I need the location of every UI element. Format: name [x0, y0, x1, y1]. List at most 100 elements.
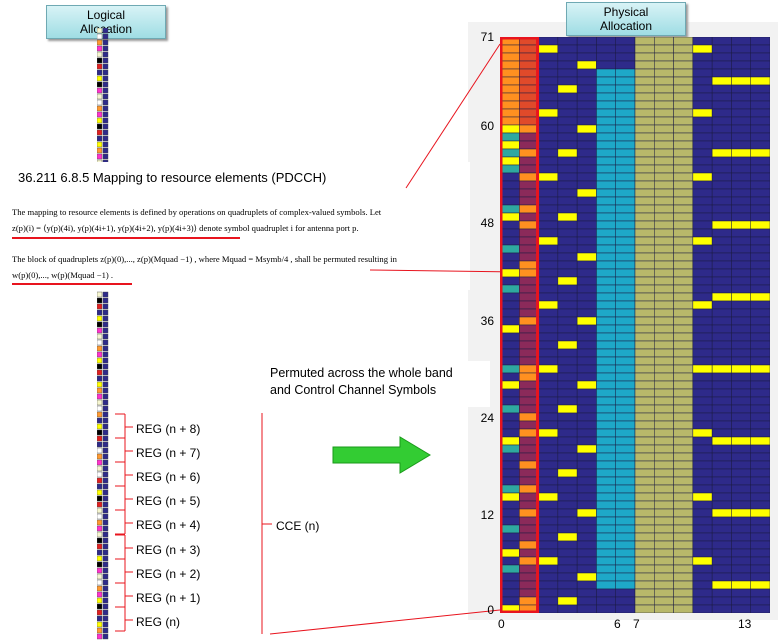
physical-cell — [711, 564, 732, 574]
physical-cell — [519, 436, 539, 446]
physical-cell — [557, 100, 578, 110]
physical-cell — [519, 508, 539, 518]
physical-cell — [711, 44, 732, 54]
physical-cell — [654, 60, 674, 70]
physical-cell — [711, 356, 732, 366]
physical-cell — [711, 468, 732, 478]
physical-cell — [654, 460, 674, 470]
physical-cell — [576, 260, 597, 270]
physical-cell — [654, 436, 674, 446]
physical-cell — [654, 404, 674, 414]
reg-label: REG (n + 1) — [136, 591, 201, 605]
physical-cell — [673, 92, 694, 102]
physical-cell — [500, 300, 520, 310]
physical-cell — [731, 548, 751, 558]
physical-cell — [519, 340, 539, 350]
physical-cell — [557, 364, 578, 374]
physical-cell — [596, 164, 616, 174]
physical-cell — [731, 348, 751, 358]
physical-cell — [692, 340, 713, 350]
physical-cell — [576, 52, 597, 62]
physical-cell — [519, 420, 539, 430]
physical-cell — [692, 164, 713, 174]
physical-cell — [654, 444, 674, 454]
physical-cell — [500, 596, 520, 606]
physical-cell — [654, 428, 674, 438]
physical-cell — [557, 476, 578, 486]
physical-cell — [692, 76, 713, 86]
physical-cell — [731, 588, 751, 598]
physical-cell — [596, 252, 616, 262]
physical-cell — [500, 172, 520, 182]
physical-cell — [692, 348, 713, 358]
physical-cell — [692, 188, 713, 198]
physical-cell — [519, 236, 539, 246]
physical-cell — [692, 236, 713, 246]
physical-cell — [634, 76, 655, 86]
physical-cell — [750, 556, 770, 566]
physical-cell — [557, 172, 578, 182]
physical-cell — [673, 500, 694, 510]
physical-cell — [711, 300, 732, 310]
physical-cell — [711, 236, 732, 246]
physical-cell — [654, 604, 674, 613]
physical-cell — [615, 332, 636, 342]
physical-cell — [692, 268, 713, 278]
physical-cell — [711, 308, 732, 318]
physical-cell — [615, 220, 636, 230]
physical-cell — [654, 500, 674, 510]
physical-cell — [711, 284, 732, 294]
physical-cell — [654, 516, 674, 526]
physical-cell — [654, 572, 674, 582]
physical-cell — [500, 268, 520, 278]
physical-cell — [634, 52, 655, 62]
physical-cell — [615, 308, 636, 318]
physical-cell — [615, 588, 636, 598]
physical-cell — [692, 556, 713, 566]
physical-cell — [634, 492, 655, 502]
physical-cell — [731, 276, 751, 286]
physical-cell — [711, 124, 732, 134]
physical-cell — [634, 260, 655, 270]
physical-cell — [750, 444, 770, 454]
physical-cell — [557, 508, 578, 518]
physical-cell — [750, 436, 770, 446]
physical-cell — [731, 396, 751, 406]
physical-cell — [615, 260, 636, 270]
physical-cell — [538, 596, 559, 606]
physical-cell — [750, 460, 770, 470]
physical-cell — [731, 444, 751, 454]
physical-cell — [538, 388, 559, 398]
physical-cell — [500, 548, 520, 558]
physical-cell — [576, 572, 597, 582]
physical-cell — [557, 484, 578, 494]
physical-cell — [750, 140, 770, 150]
physical-cell — [596, 500, 616, 510]
physical-cell — [731, 260, 751, 270]
physical-cell — [596, 100, 616, 110]
physical-cell — [596, 108, 616, 118]
physical-cell — [692, 572, 713, 582]
physical-cell — [615, 132, 636, 142]
physical-cell — [673, 228, 694, 238]
physical-cell — [557, 444, 578, 454]
physical-cell — [596, 340, 616, 350]
physical-cell — [615, 388, 636, 398]
physical-cell — [654, 540, 674, 550]
physical-cell — [692, 308, 713, 318]
physical-cell — [634, 604, 655, 613]
physical-cell — [596, 316, 616, 326]
physical-cell — [557, 428, 578, 438]
physical-cell — [750, 84, 770, 94]
physical-cell — [519, 284, 539, 294]
physical-cell — [731, 164, 751, 174]
physical-cell — [634, 140, 655, 150]
physical-cell — [731, 180, 751, 190]
physical-cell — [576, 276, 597, 286]
physical-cell — [538, 340, 559, 350]
physical-cell — [557, 372, 578, 382]
physical-cell — [615, 156, 636, 166]
physical-cell — [634, 116, 655, 126]
physical-cell — [692, 508, 713, 518]
physical-cell — [673, 340, 694, 350]
